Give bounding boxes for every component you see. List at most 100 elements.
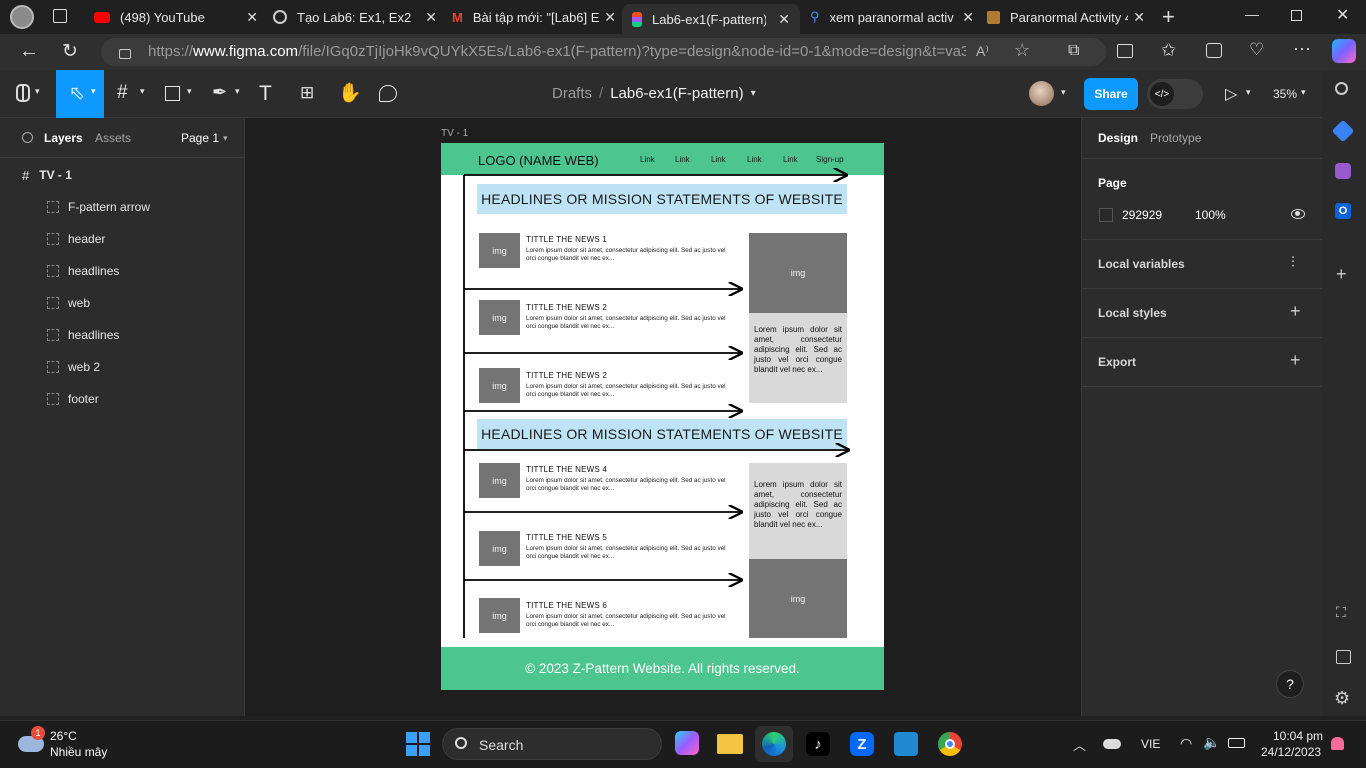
tab-paranormal[interactable]: Paranormal Activity 4 ✕: [981, 4, 1147, 30]
tab-chatgpt[interactable]: Tạo Lab6: Ex1, Ex2 ✕: [265, 4, 439, 30]
search-layers-icon[interactable]: [22, 132, 33, 143]
eye-icon[interactable]: [1291, 209, 1305, 219]
split-screen-icon[interactable]: [1117, 44, 1133, 58]
tab-youtube[interactable]: (498) YouTube ✕: [86, 4, 260, 30]
tab-gmail[interactable]: M Bài tập mới: "[Lab6] E ✕: [444, 4, 618, 30]
url-text[interactable]: https://www.figma.com/file/IGq0zTjIjoHk9…: [148, 43, 966, 60]
present-play-icon[interactable]: ▷: [1225, 84, 1237, 104]
onedrive-icon[interactable]: [1103, 739, 1121, 749]
notification-bell-icon[interactable]: [1331, 737, 1344, 750]
tab-bing-search[interactable]: ⚲ xem paranormal activ ✕: [802, 4, 976, 30]
bg-color-hex[interactable]: 292929: [1122, 208, 1162, 222]
refresh-icon[interactable]: ↻: [62, 40, 78, 63]
tab-design[interactable]: Design: [1098, 131, 1138, 145]
chevron-down-icon[interactable]: ▾: [1246, 87, 1251, 98]
weather-widget[interactable]: 1 26°C Nhiều mây: [14, 726, 124, 762]
rectangle-tool-icon[interactable]: [165, 86, 180, 101]
close-tab-icon[interactable]: ✕: [778, 11, 790, 28]
read-aloud-icon[interactable]: A⁾: [976, 43, 989, 60]
page-selector[interactable]: Page 1 ▾: [181, 131, 228, 145]
tab-figma[interactable]: Lab6-ex1(F-pattern) - ✕: [622, 4, 800, 34]
clock-date[interactable]: 24/12/2023: [1261, 745, 1321, 759]
chevron-down-icon[interactable]: ▾: [91, 86, 96, 97]
user-avatar[interactable]: [1029, 81, 1054, 106]
resources-tool-icon[interactable]: ⊞: [300, 83, 314, 103]
new-tab-button[interactable]: +: [1162, 4, 1175, 30]
tab-prototype[interactable]: Prototype: [1150, 131, 1201, 145]
restore-icon[interactable]: [1291, 10, 1302, 21]
screenshot-icon[interactable]: ⛶: [1336, 604, 1346, 621]
bg-color-swatch[interactable]: [1099, 208, 1113, 222]
f-pattern-arrow[interactable]: [441, 143, 884, 643]
close-window-icon[interactable]: ✕: [1336, 5, 1349, 25]
hand-tool-icon[interactable]: ✋: [338, 81, 362, 105]
settings-gear-icon[interactable]: ⚙: [1334, 688, 1350, 709]
add-app-icon[interactable]: +: [1336, 264, 1347, 285]
taskbar-search[interactable]: Search: [442, 728, 662, 760]
chrome-icon[interactable]: [938, 732, 962, 756]
add-style-icon[interactable]: +: [1290, 301, 1301, 322]
more-icon[interactable]: ···: [1293, 38, 1311, 59]
chevron-down-icon[interactable]: ▾: [35, 86, 40, 97]
site-footer[interactable]: © 2023 Z-Pattern Website. All rights res…: [441, 647, 884, 690]
copilot-pre-icon[interactable]: [675, 731, 699, 755]
zoom-level[interactable]: 35%: [1273, 87, 1297, 101]
search-icon[interactable]: [1335, 82, 1348, 95]
volume-icon[interactable]: 🔈: [1203, 734, 1220, 751]
file-explorer-icon[interactable]: [717, 734, 743, 754]
wifi-icon[interactable]: ◠: [1180, 735, 1192, 752]
lock-icon[interactable]: [119, 49, 131, 59]
vscode-icon[interactable]: [894, 732, 918, 756]
variables-adjust-icon[interactable]: ⫶: [1291, 254, 1295, 271]
layer-item[interactable]: web 2: [0, 351, 245, 383]
copilot-app-icon[interactable]: [1335, 163, 1351, 179]
layer-item[interactable]: web: [0, 287, 245, 319]
clock-time[interactable]: 10:04 pm: [1273, 729, 1323, 743]
dev-mode-toggle[interactable]: </>: [1147, 79, 1203, 109]
tiktok-icon[interactable]: ♪: [806, 732, 830, 756]
layer-item[interactable]: headlines: [0, 255, 245, 287]
close-tab-icon[interactable]: ✕: [604, 9, 616, 26]
breadcrumb-drafts[interactable]: Drafts: [552, 85, 592, 102]
start-button[interactable]: [406, 732, 430, 756]
favorite-star-icon[interactable]: ☆: [1014, 40, 1030, 61]
add-export-icon[interactable]: +: [1290, 350, 1301, 371]
close-tab-icon[interactable]: ✕: [425, 9, 437, 26]
extensions-icon[interactable]: ⧉: [1068, 42, 1079, 60]
zalo-icon[interactable]: Z: [850, 732, 874, 756]
back-icon[interactable]: ←: [19, 40, 39, 63]
pen-tool-icon[interactable]: ✒: [212, 82, 227, 103]
tray-overflow-icon[interactable]: ︿: [1073, 735, 1086, 754]
close-tab-icon[interactable]: ✕: [1133, 9, 1145, 26]
edge-browser-icon[interactable]: [755, 726, 793, 762]
sidebar-toggle-icon[interactable]: [1336, 650, 1351, 664]
chevron-down-icon[interactable]: ▾: [235, 86, 240, 97]
chevron-down-icon[interactable]: ▾: [1061, 87, 1066, 98]
outlook-icon[interactable]: O: [1335, 203, 1351, 219]
layer-item[interactable]: headlines: [0, 319, 245, 351]
local-variables-label[interactable]: Local variables: [1098, 257, 1185, 271]
minimize-icon[interactable]: —: [1245, 6, 1259, 22]
local-styles-label[interactable]: Local styles: [1098, 306, 1167, 320]
tab-actions-icon[interactable]: [53, 9, 67, 23]
close-tab-icon[interactable]: ✕: [246, 9, 258, 26]
battery-icon[interactable]: [1228, 738, 1245, 748]
text-tool-icon[interactable]: T: [259, 82, 272, 106]
frame-label[interactable]: TV - 1: [441, 128, 468, 139]
tab-layers[interactable]: Layers: [44, 131, 83, 145]
browser-essentials-icon[interactable]: ♡: [1249, 40, 1264, 60]
file-name[interactable]: Lab6-ex1(F-pattern): [610, 85, 743, 102]
layer-frame-tv-1[interactable]: # TV - 1: [0, 159, 245, 191]
chevron-down-icon[interactable]: ▾: [751, 88, 756, 102]
chevron-down-icon[interactable]: ▾: [140, 86, 145, 97]
chevron-down-icon[interactable]: ▾: [187, 86, 192, 97]
help-button[interactable]: ?: [1276, 670, 1304, 698]
figma-menu-icon[interactable]: [16, 84, 30, 102]
frame-tool-icon[interactable]: #: [117, 82, 128, 104]
close-tab-icon[interactable]: ✕: [962, 9, 974, 26]
tab-assets[interactable]: Assets: [95, 131, 131, 145]
export-label[interactable]: Export: [1098, 355, 1136, 369]
chevron-down-icon[interactable]: ▾: [1301, 87, 1306, 98]
collections-icon[interactable]: [1206, 43, 1222, 58]
share-button[interactable]: Share: [1084, 78, 1138, 110]
